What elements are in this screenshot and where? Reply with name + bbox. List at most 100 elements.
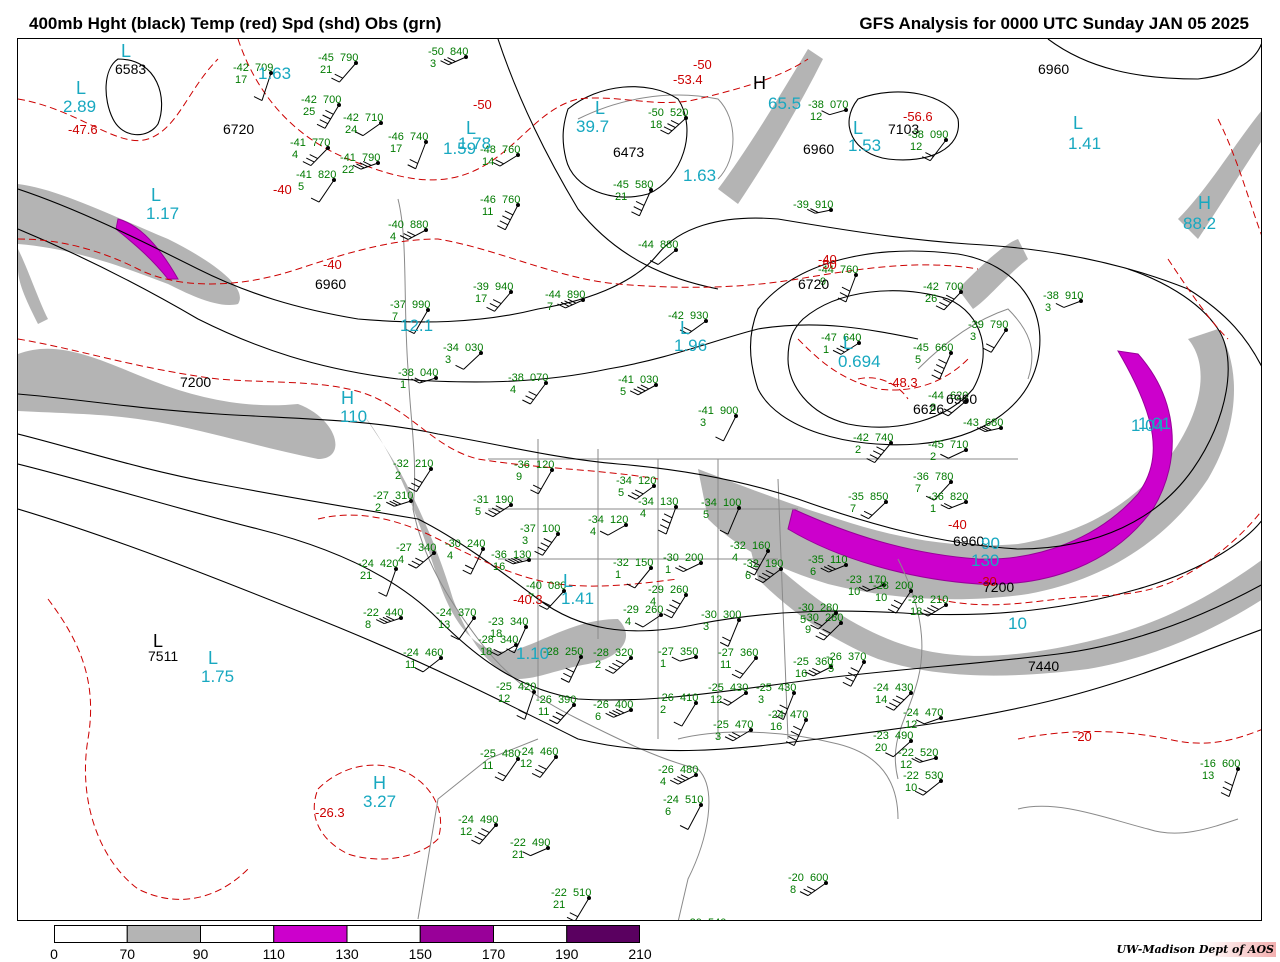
obs-dewpoint-depression: 12 bbox=[498, 693, 510, 705]
wind-barb-flag bbox=[484, 512, 494, 518]
low-marker: L bbox=[153, 631, 163, 651]
temp-contour-label: -40 bbox=[273, 182, 292, 197]
obs-dewpoint-depression: 8 bbox=[790, 884, 796, 896]
obs-height: 710 bbox=[365, 112, 383, 124]
obs-height: 350 bbox=[680, 646, 698, 658]
low-marker: L bbox=[843, 333, 853, 353]
wind-barb-flag bbox=[842, 681, 852, 687]
wind-barb-flag bbox=[497, 771, 507, 777]
high-marker: H bbox=[341, 388, 354, 408]
obs-height: 070 bbox=[830, 99, 848, 111]
station-obs: -22 490 21 bbox=[510, 837, 550, 861]
obs-temperature: -24 bbox=[403, 647, 419, 659]
obs-dewpoint-depression: 3 bbox=[715, 731, 721, 743]
wind-barb-flag bbox=[497, 225, 506, 231]
obs-temperature: -45 bbox=[928, 439, 944, 451]
speed-label: 1.53 bbox=[848, 136, 881, 155]
wind-barb-flag bbox=[408, 563, 417, 569]
wind-barb-flag bbox=[409, 158, 418, 164]
obs-dewpoint-depression: 21 bbox=[320, 64, 332, 76]
obs-temperature: -34 bbox=[701, 497, 717, 509]
obs-height: 930 bbox=[690, 310, 708, 322]
obs-temperature: -24 bbox=[436, 607, 452, 619]
obs-height: 120 bbox=[638, 475, 656, 487]
station-obs: -22 530 bbox=[538, 919, 578, 921]
station-obs: -36 130 16 bbox=[491, 549, 531, 573]
obs-temperature: -29 bbox=[623, 604, 639, 616]
legend-bin bbox=[346, 924, 421, 944]
wind-barb-flag bbox=[939, 301, 948, 307]
obs-height: 040 bbox=[420, 367, 438, 379]
obs-height: 190 bbox=[495, 494, 513, 506]
height-contour-label: 6720 bbox=[223, 121, 254, 137]
wind-barb-flag bbox=[407, 164, 416, 170]
obs-height: 160 bbox=[752, 540, 770, 552]
wind-barb-flag bbox=[531, 773, 541, 778]
obs-temperature: -36 bbox=[928, 491, 944, 503]
obs-temperature: -24 bbox=[903, 707, 919, 719]
wind-barb-staff bbox=[793, 719, 807, 746]
low-marker: L bbox=[680, 318, 690, 338]
wind-barb-flag bbox=[732, 731, 741, 737]
obs-dewpoint-depression: 17 bbox=[475, 293, 487, 305]
obs-height: 530 bbox=[560, 919, 578, 921]
speed-label: 1.63 bbox=[258, 64, 291, 83]
station-obs: -22 52012 bbox=[898, 747, 938, 771]
obs-height: 240 bbox=[467, 538, 485, 550]
wind-barb-flag bbox=[806, 886, 816, 892]
height-contour-label: 6626 bbox=[913, 401, 944, 417]
temp-contour-label: -26.3 bbox=[315, 805, 345, 820]
obs-temperature: -24 bbox=[458, 814, 474, 826]
obs-height: 100 bbox=[542, 523, 560, 535]
wind-barb-flag bbox=[634, 622, 644, 628]
station-obs: -24 460 11 bbox=[403, 647, 443, 673]
legend-bin bbox=[493, 924, 568, 944]
obs-height: 430 bbox=[895, 682, 913, 694]
speed-label: 88.2 bbox=[1183, 214, 1216, 233]
wind-barb-flag bbox=[477, 831, 487, 837]
obs-height: 430 bbox=[778, 682, 796, 694]
obs-dewpoint-depression: 7 bbox=[392, 311, 398, 323]
wind-barb-staff bbox=[665, 506, 677, 535]
obs-temperature: -25 bbox=[480, 748, 496, 760]
wind-barb-flag bbox=[474, 835, 483, 841]
obs-dewpoint-depression: 4 bbox=[398, 554, 404, 566]
temp-contour-label: -40 bbox=[948, 517, 967, 532]
obs-temperature: -47 bbox=[821, 332, 837, 344]
wind-barb-flag bbox=[885, 705, 895, 711]
station-obs: -16 600 13 bbox=[1200, 758, 1240, 798]
wind-barb-flag bbox=[850, 667, 859, 673]
wind-barb-flag bbox=[734, 669, 744, 675]
wind-barb-flag bbox=[615, 659, 625, 665]
obs-dewpoint-depression: 20 bbox=[875, 742, 887, 754]
obs-temperature: -38 bbox=[1043, 290, 1059, 302]
obs-dewpoint-depression: 18 bbox=[480, 646, 492, 658]
obs-temperature: -27 bbox=[718, 647, 734, 659]
temp-contour-label: -40.3 bbox=[513, 592, 543, 607]
obs-height: 540 bbox=[708, 917, 726, 921]
obs-height: 910 bbox=[1065, 290, 1083, 302]
wind-barb-staff bbox=[807, 882, 827, 897]
speed-label: 39.7 bbox=[576, 117, 609, 136]
obs-dewpoint-depression: 3 bbox=[703, 621, 709, 633]
obs-temperature: -38 bbox=[508, 372, 524, 384]
obs-dewpoint-depression: 18 bbox=[650, 119, 662, 131]
low-marker: L bbox=[595, 98, 605, 118]
temp-contour-label: -50 bbox=[473, 97, 492, 112]
obs-temperature: -40 bbox=[388, 219, 404, 231]
wind-barb-flag bbox=[940, 453, 949, 459]
obs-height: 490 bbox=[480, 814, 498, 826]
station-obs: -44 880 bbox=[638, 239, 678, 265]
obs-dewpoint-depression: 18 bbox=[490, 628, 502, 640]
wind-barb-flag bbox=[629, 390, 639, 396]
obs-dewpoint-depression: 26 bbox=[925, 293, 937, 305]
low-marker: L bbox=[151, 185, 161, 205]
wind-barb-flag bbox=[322, 114, 331, 120]
obs-temperature: -46 bbox=[388, 131, 404, 143]
wind-barb-staff bbox=[448, 56, 467, 66]
legend-bin bbox=[419, 924, 494, 944]
obs-dewpoint-depression: 18 bbox=[910, 606, 922, 618]
wind-barb-flag bbox=[543, 538, 553, 543]
wind-barb-staff bbox=[681, 702, 697, 727]
obs-height: 490 bbox=[895, 730, 913, 742]
